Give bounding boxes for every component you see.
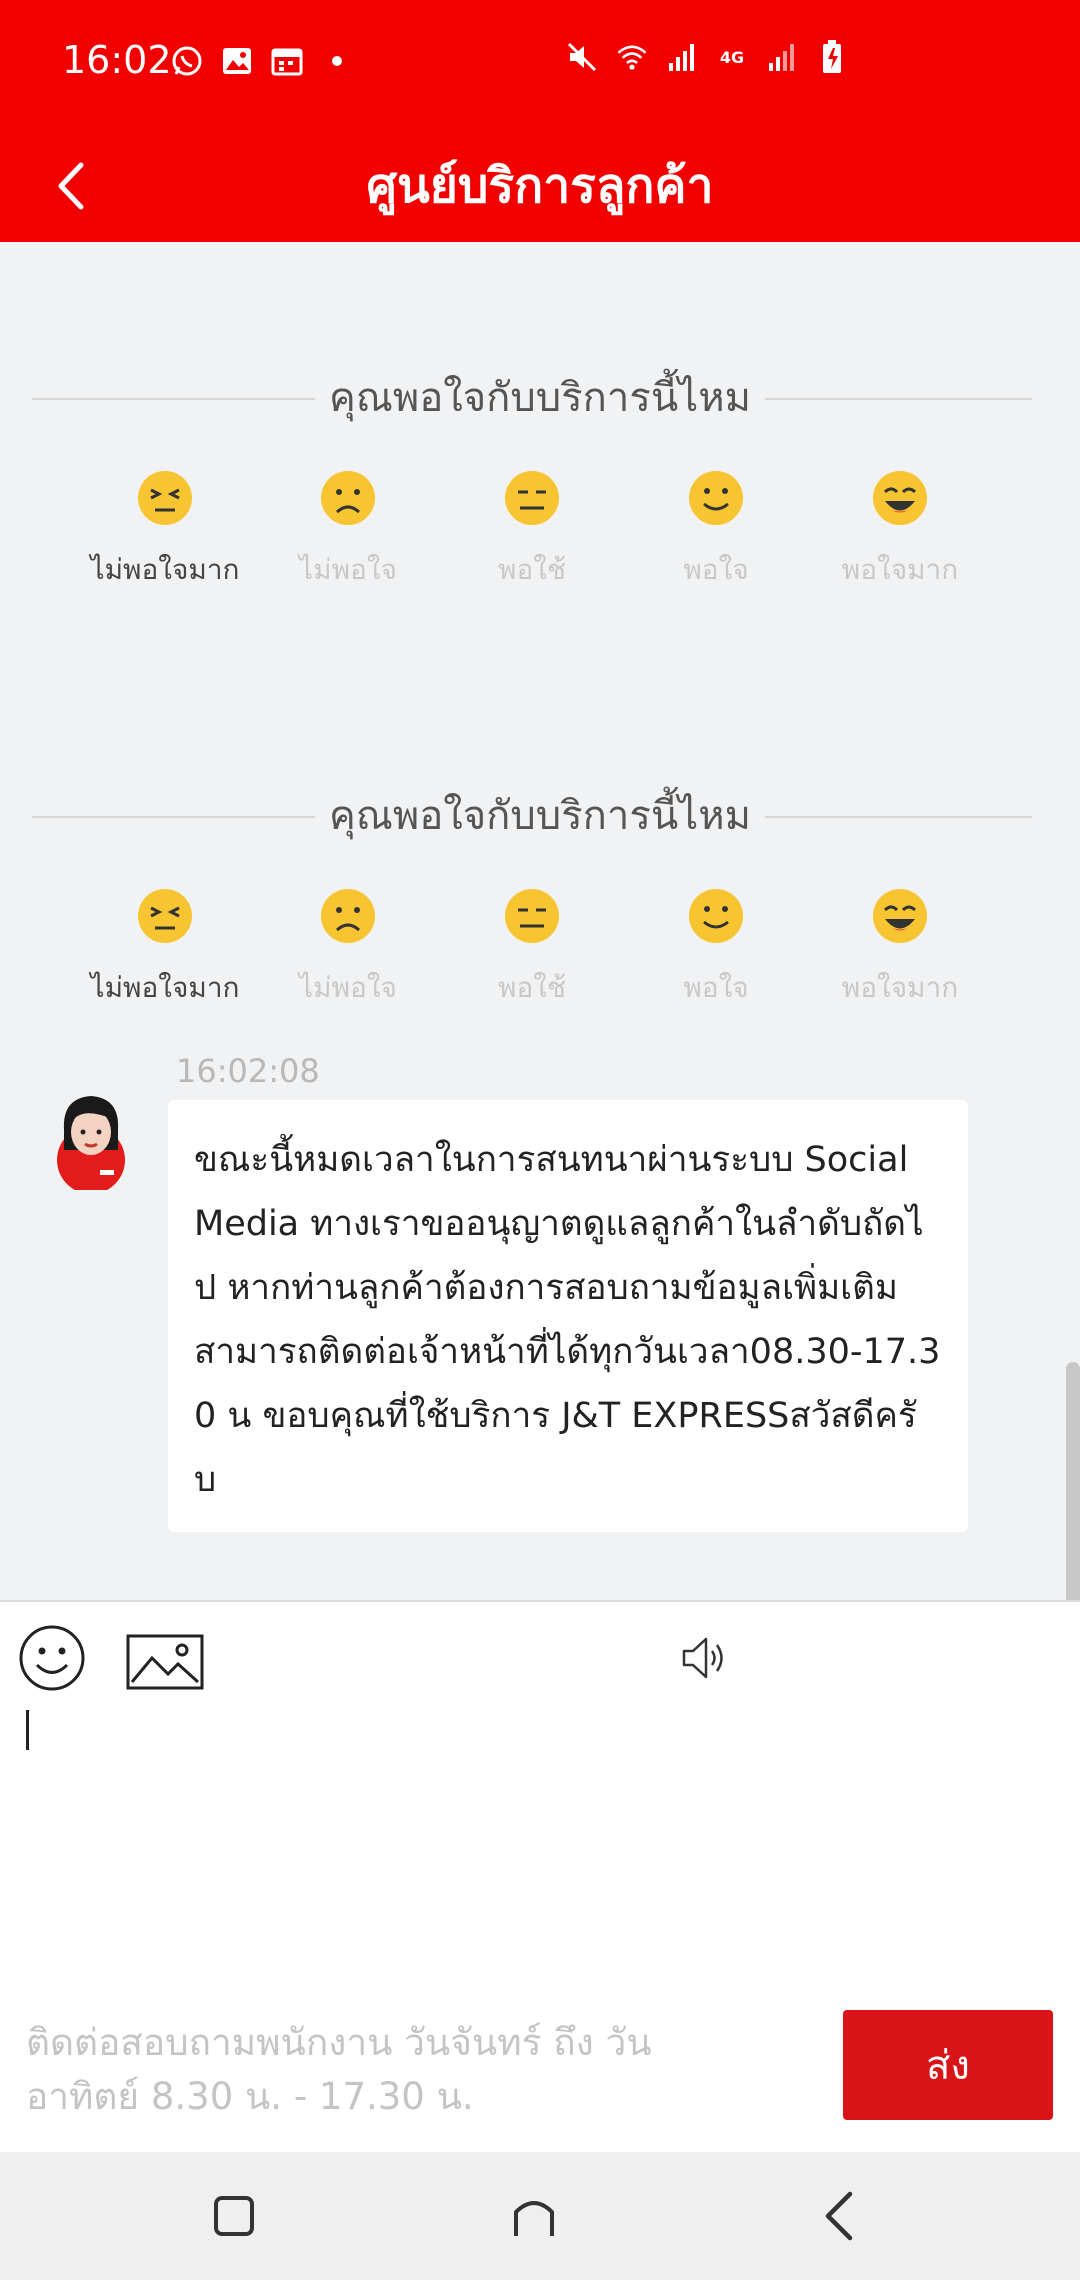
wifi-icon — [615, 40, 649, 74]
page-title: ศูนย์บริการลูกค้า — [366, 158, 714, 214]
rating-option-fair[interactable]: พอใช้ — [447, 888, 617, 1010]
smile-face-icon — [689, 471, 743, 525]
frown-face-icon — [321, 889, 375, 943]
image-icon — [126, 1634, 204, 1690]
rating-question: คุณพอใจกับบริการนี้ไหม — [314, 778, 766, 854]
message-line: Media ทางเราขออนุญาตดูแลลูกค้าในลำดับถัด… — [194, 1204, 924, 1244]
neutral-face-icon — [505, 471, 559, 525]
status-bar: 16:02 4G — [0, 0, 1080, 130]
rating-label: ไม่พอใจ — [299, 553, 397, 586]
status-right-icons: 4G — [565, 40, 849, 74]
rating-label: ไม่พอใจ — [299, 971, 397, 1004]
rating-label: ไม่พอใจมาก — [90, 553, 240, 586]
4g-signal-icon: 4G — [719, 47, 745, 67]
service-hours-line: อาทิตย์ 8.30 น. - 17.30 น. — [26, 2075, 474, 2118]
rating-option-very-dissatisfied[interactable]: ไม่พอใจมาก — [80, 470, 250, 592]
recents-icon — [214, 2196, 254, 2236]
status-time: 16:02 — [62, 38, 172, 82]
angry-face-icon — [138, 471, 192, 525]
voice-button[interactable] — [680, 1632, 732, 1684]
recents-button[interactable] — [202, 2184, 266, 2248]
rating-option-fair[interactable]: พอใช้ — [447, 470, 617, 592]
neutral-face-icon — [505, 889, 559, 943]
smile-face-icon — [689, 889, 743, 943]
send-button[interactable]: ส่ง — [843, 2010, 1053, 2120]
rating-option-very-satisfied[interactable]: พอใจมาก — [815, 888, 985, 1010]
rating-label: พอใจมาก — [841, 553, 959, 586]
service-hours-note: ติดต่อสอบถามพนักงาน วันจันทร์ ถึง วัน อา… — [26, 2016, 706, 2124]
image-button[interactable] — [126, 1634, 204, 1690]
emoji-button[interactable] — [18, 1624, 86, 1692]
rating-option-very-dissatisfied[interactable]: ไม่พอใจมาก — [80, 888, 250, 1010]
rating-label: พอใช้ — [498, 971, 566, 1004]
calendar-icon — [270, 44, 304, 78]
rating-option-satisfied[interactable]: พอใจ — [631, 888, 801, 1010]
input-panel: ติดต่อสอบถามพนักงาน วันจันทร์ ถึง วัน อา… — [0, 1600, 1080, 2154]
rating-block: คุณพอใจกับบริการนี้ไหม ไม่พอใจมาก ไม่พอใ… — [0, 778, 1080, 1078]
message-bubble: ขณะนี้หมดเวลาในการสนทนาผ่านระบบ Social M… — [168, 1100, 968, 1532]
rating-options: ไม่พอใจมาก ไม่พอใจ พอใช้ พอใจ พอใจมาก — [0, 888, 1080, 1028]
rating-option-dissatisfied[interactable]: ไม่พอใจ — [263, 888, 433, 1010]
message-line: ขณะนี้หมดเวลาในการสนทนาผ่านระบบ Social — [194, 1140, 909, 1180]
status-left-icons — [170, 44, 354, 78]
service-hours-line: ติดต่อสอบถามพนักงาน วันจันทร์ ถึง วัน — [26, 2021, 652, 2064]
message-timestamp: 16:02:08 — [176, 1052, 320, 1090]
grin-face-icon — [873, 889, 927, 943]
rating-option-very-satisfied[interactable]: พอใจมาก — [815, 470, 985, 592]
rating-option-satisfied[interactable]: พอใจ — [631, 470, 801, 592]
gallery-icon — [220, 44, 254, 78]
angry-face-icon — [138, 889, 192, 943]
rating-question: คุณพอใจกับบริการนี้ไหม — [314, 360, 766, 436]
back-arrow-icon — [825, 2191, 853, 2241]
rating-option-dissatisfied[interactable]: ไม่พอใจ — [263, 470, 433, 592]
rating-options: ไม่พอใจมาก ไม่พอใจ พอใช้ พอใจ พอใจมาก — [0, 470, 1080, 610]
chat-area[interactable]: คุณพอใจกับบริการนี้ไหม ไม่พอใจมาก ไม่พอใ… — [0, 242, 1080, 1600]
app-header: ศูนย์บริการลูกค้า — [0, 130, 1080, 242]
agent-avatar — [57, 1096, 125, 1190]
rating-label: พอใช้ — [498, 553, 566, 586]
home-button[interactable] — [502, 2184, 566, 2248]
scrollbar[interactable] — [1066, 1362, 1080, 1600]
message-input[interactable] — [26, 1692, 1050, 1956]
whatsapp-icon — [170, 44, 204, 78]
back-nav-button[interactable] — [806, 2184, 870, 2248]
rating-label: พอใจ — [683, 971, 749, 1004]
speaker-icon — [682, 1637, 723, 1679]
message-line: ป หากท่านลูกค้าต้องการสอบถามข้อมูลเพิ่มเ… — [194, 1268, 898, 1308]
message-line: 0 น ขอบคุณที่ใช้บริการ J&T EXPRESSสวัสดี… — [194, 1396, 917, 1436]
rating-block: คุณพอใจกับบริการนี้ไหม ไม่พอใจมาก ไม่พอใ… — [0, 360, 1080, 660]
message-line: สามารถติดต่อเจ้าหน้าที่ได้ทุกวันเวลา08.3… — [194, 1332, 941, 1372]
smiley-icon — [19, 1625, 85, 1691]
home-icon — [514, 2201, 554, 2236]
message-line: บ — [194, 1460, 217, 1500]
battery-icon — [815, 40, 849, 74]
frown-face-icon — [321, 471, 375, 525]
system-nav-bar — [0, 2152, 1080, 2280]
dot-icon — [320, 44, 354, 78]
rating-label: พอใจมาก — [841, 971, 959, 1004]
grin-face-icon — [873, 471, 927, 525]
signal-icon-2 — [765, 40, 799, 74]
mute-icon — [565, 40, 599, 74]
rating-label: พอใจ — [683, 553, 749, 586]
text-cursor — [26, 1710, 29, 1750]
signal-icon — [665, 40, 699, 74]
rating-label: ไม่พอใจมาก — [90, 971, 240, 1004]
